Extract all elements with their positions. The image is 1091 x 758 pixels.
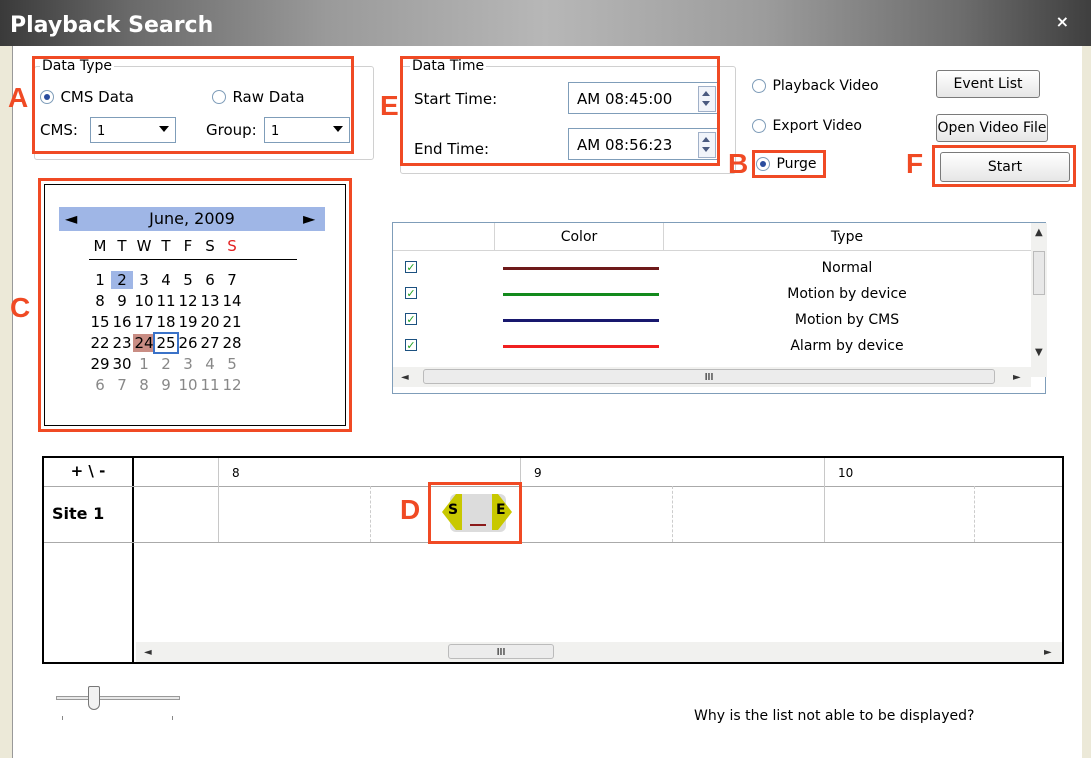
- row-checkbox[interactable]: ✓: [405, 261, 417, 274]
- row-color-swatch: [503, 293, 659, 296]
- annotation-box-e: [400, 56, 720, 166]
- open-video-file-button[interactable]: Open Video File: [936, 114, 1048, 142]
- annotation-box-f: [932, 145, 1076, 187]
- header-type[interactable]: Type: [663, 229, 1031, 245]
- annotation-letter-b: B: [728, 148, 749, 179]
- playback-video-label: Playback Video: [772, 78, 879, 94]
- timeline-site-column-divider: [132, 458, 134, 662]
- timeline-hscrollbar[interactable]: ◄ III ►: [136, 642, 1062, 662]
- help-link[interactable]: Why is the list not able to be displayed…: [694, 708, 974, 724]
- scroll-thumb[interactable]: III: [423, 369, 995, 384]
- event-list-button[interactable]: Event List: [936, 70, 1040, 98]
- export-video-radio[interactable]: Export Video: [752, 118, 862, 134]
- hour-label: 8: [232, 466, 240, 480]
- export-video-label: Export Video: [772, 118, 862, 134]
- scroll-up-icon[interactable]: ▲: [1035, 227, 1043, 238]
- close-icon[interactable]: ×: [1056, 12, 1069, 31]
- row-type-label: Motion by CMS: [794, 312, 900, 328]
- playback-video-radio[interactable]: Playback Video: [752, 78, 879, 94]
- annotation-box-c: [38, 178, 352, 432]
- row-checkbox[interactable]: ✓: [405, 287, 417, 300]
- slider-tick: [62, 716, 63, 720]
- table-row[interactable]: ✓ Normal: [393, 257, 1031, 281]
- scroll-right-icon[interactable]: ►: [1044, 647, 1052, 658]
- header-color[interactable]: Color: [495, 229, 663, 245]
- annotation-box-a: [32, 56, 354, 154]
- row-color-swatch: [503, 345, 659, 348]
- annotation-letter-a: A: [8, 82, 29, 113]
- half-hour-tick: [672, 486, 673, 542]
- annotation-letter-e: E: [380, 90, 399, 121]
- zoom-slider[interactable]: [56, 684, 182, 720]
- window-title: Playback Search: [10, 13, 214, 38]
- hour-label: 10: [838, 466, 854, 480]
- timeline: + \ - 8 9 10 Site 1 S E ◄ III ►: [42, 456, 1064, 664]
- table-hscrollbar[interactable]: ◄ III ►: [393, 367, 1031, 387]
- scroll-left-icon[interactable]: ◄: [144, 647, 152, 658]
- site-label: Site 1: [52, 504, 105, 523]
- table-vscrollbar[interactable]: ▲ ▼: [1031, 223, 1047, 377]
- scroll-thumb[interactable]: [1033, 251, 1045, 295]
- half-hour-tick: [370, 486, 371, 542]
- annotation-letter-c: C: [10, 292, 31, 323]
- timeline-zoom[interactable]: + \ -: [44, 462, 132, 480]
- scroll-right-icon[interactable]: ►: [1013, 372, 1021, 383]
- row-color-swatch: [503, 267, 659, 270]
- timeline-header-line: [44, 486, 1062, 487]
- annotation-box-d: [428, 482, 522, 544]
- hour-tick: [824, 458, 825, 542]
- slider-track: [56, 696, 180, 700]
- table-row[interactable]: ✓ Motion by device: [393, 283, 1031, 307]
- row-type-label: Alarm by device: [790, 338, 904, 354]
- table-row[interactable]: ✓ Alarm by device: [393, 335, 1031, 359]
- row-checkbox[interactable]: ✓: [405, 313, 417, 326]
- timeline-row-line: [44, 542, 1062, 543]
- header-check-cell: [393, 223, 495, 251]
- hour-tick: [218, 458, 219, 542]
- slider-thumb[interactable]: [88, 686, 100, 710]
- annotation-box-b: [752, 150, 826, 178]
- scroll-left-icon[interactable]: ◄: [401, 372, 409, 383]
- table-header: Color Type: [393, 223, 1031, 251]
- title-bar: Playback Search ×: [0, 0, 1091, 46]
- row-color-swatch: [503, 319, 659, 322]
- table-row[interactable]: ✓ Motion by CMS: [393, 309, 1031, 333]
- row-type-label: Normal: [821, 260, 873, 276]
- scroll-down-icon[interactable]: ▼: [1035, 347, 1043, 358]
- radio-unselected-icon: [752, 79, 766, 93]
- annotation-letter-d: D: [400, 494, 421, 525]
- slider-tick: [172, 716, 173, 720]
- annotation-letter-f: F: [906, 148, 924, 179]
- scroll-thumb[interactable]: III: [448, 644, 554, 659]
- radio-unselected-icon: [752, 119, 766, 133]
- event-type-table: Color Type ✓ Normal ✓ Motion by device ✓ Moti…: [392, 222, 1047, 394]
- row-checkbox[interactable]: ✓: [405, 339, 417, 352]
- hour-label: 9: [534, 466, 542, 480]
- half-hour-tick: [974, 486, 975, 542]
- row-type-label: Motion by device: [787, 286, 907, 302]
